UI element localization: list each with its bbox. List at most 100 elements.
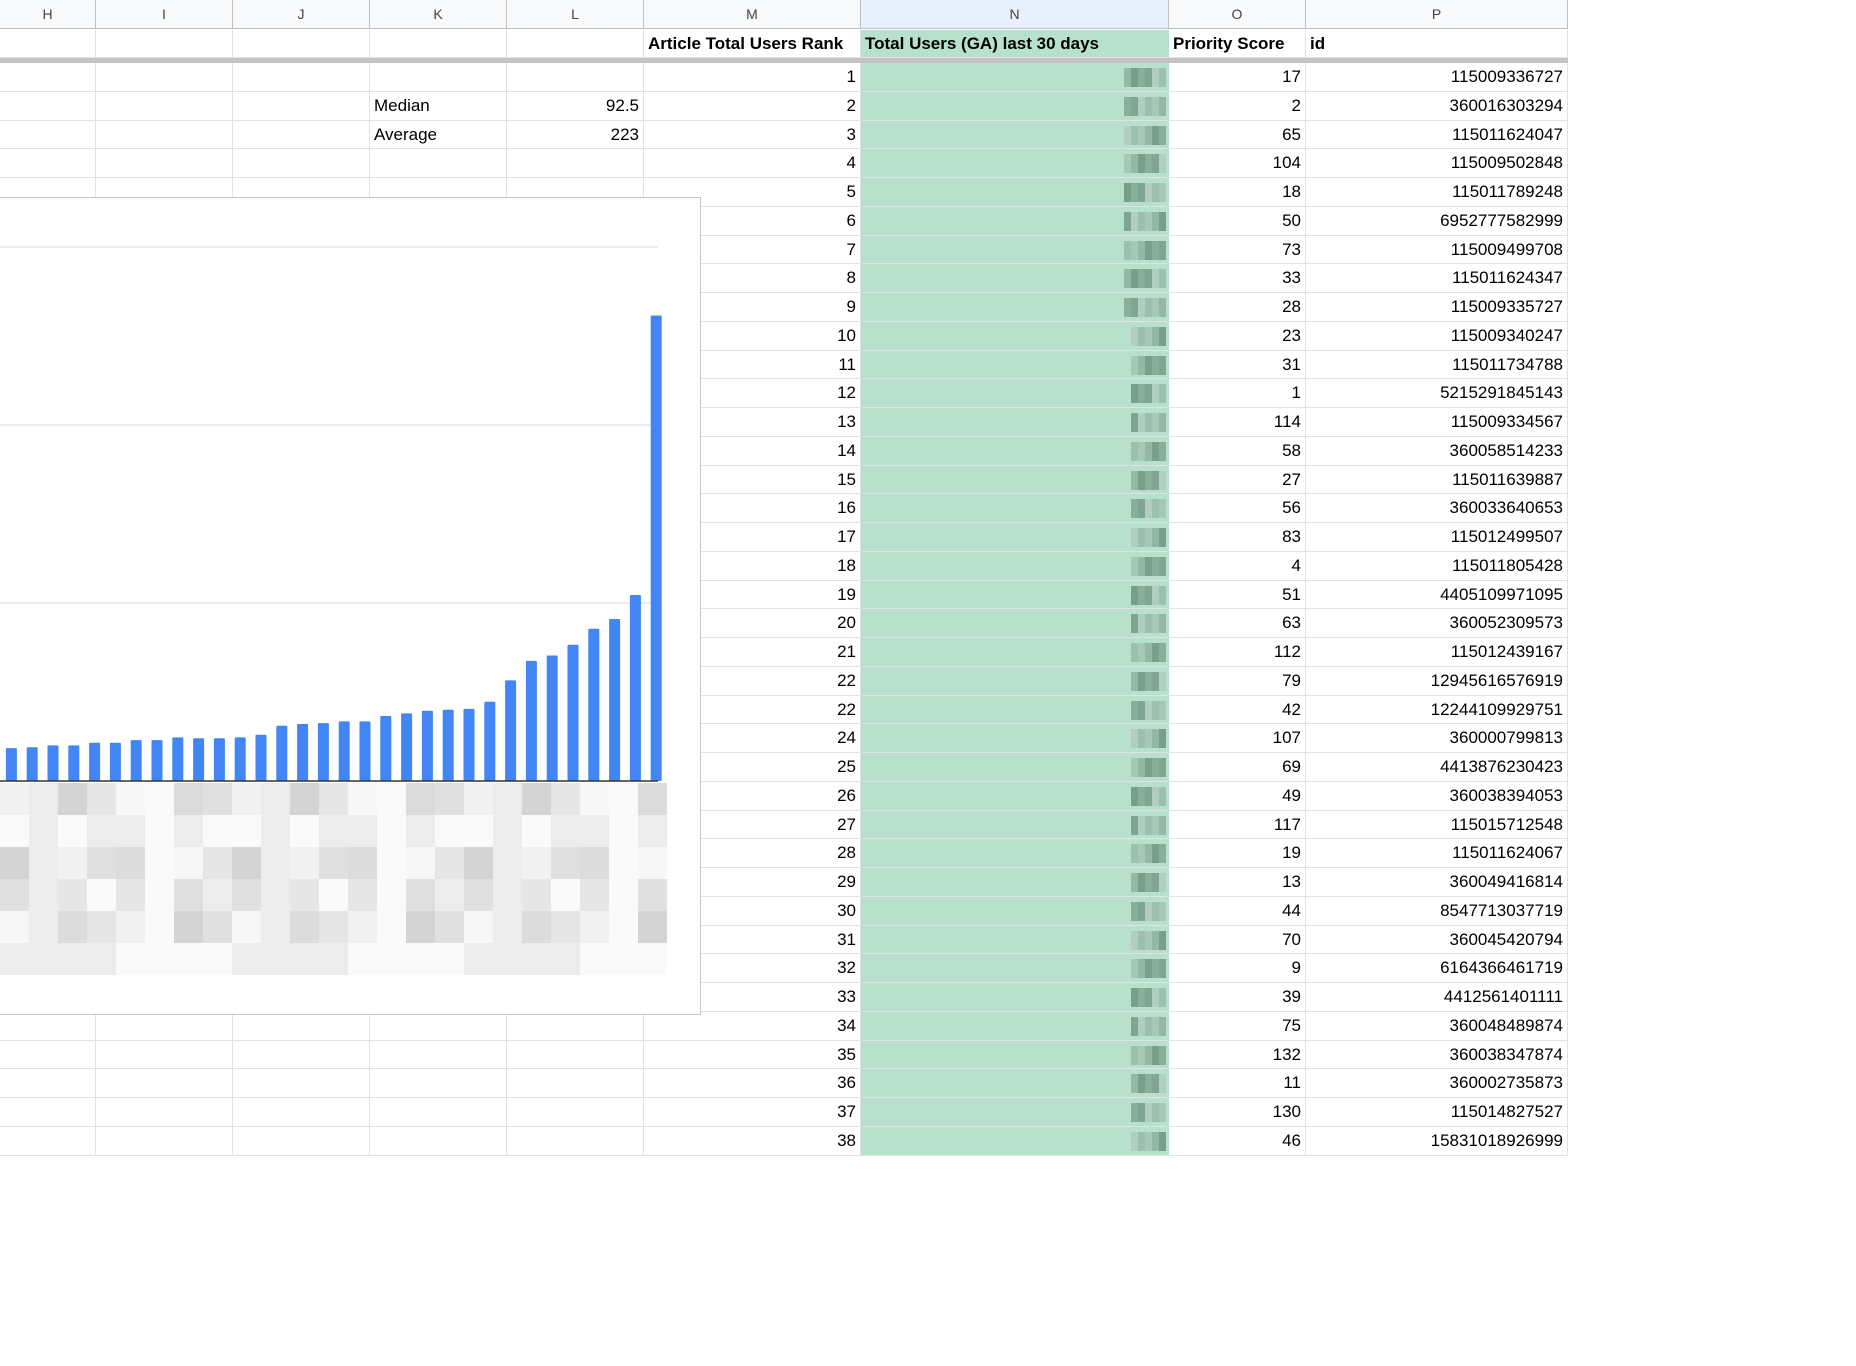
priority-score-cell[interactable]: 70 xyxy=(1169,925,1306,955)
header-cell[interactable] xyxy=(96,30,233,58)
id-cell[interactable]: 115012499507 xyxy=(1306,523,1568,552)
total-users-cell-redacted[interactable] xyxy=(861,436,1169,466)
column-header-p[interactable]: P xyxy=(1306,0,1568,29)
grid-cell[interactable] xyxy=(370,1069,507,1098)
priority-score-cell[interactable]: 58 xyxy=(1169,436,1306,466)
total-users-cell-redacted[interactable] xyxy=(861,379,1169,408)
id-cell[interactable]: 5215291845143 xyxy=(1306,379,1568,408)
bar-6[interactable] xyxy=(109,742,121,781)
total-users-cell-redacted[interactable] xyxy=(861,178,1169,207)
column-header-h[interactable]: H xyxy=(0,0,96,29)
priority-score-cell[interactable]: 83 xyxy=(1169,523,1306,552)
bar-16[interactable] xyxy=(317,723,329,781)
embedded-chart[interactable] xyxy=(0,197,701,1015)
id-cell[interactable]: 4413876230423 xyxy=(1306,753,1568,782)
total-users-cell-redacted[interactable] xyxy=(861,896,1169,926)
header-total-users[interactable]: Total Users (GA) last 30 days xyxy=(861,30,1169,58)
priority-score-cell[interactable]: 114 xyxy=(1169,408,1306,437)
bar-25[interactable] xyxy=(505,680,517,781)
bar-12[interactable] xyxy=(234,737,246,781)
grid-cell[interactable] xyxy=(0,149,96,178)
grid-cell[interactable] xyxy=(233,63,370,92)
total-users-cell-redacted[interactable] xyxy=(861,1011,1169,1041)
priority-score-cell[interactable]: 69 xyxy=(1169,753,1306,782)
bar-18[interactable] xyxy=(359,721,371,781)
total-users-cell-redacted[interactable] xyxy=(861,63,1169,92)
grid-cell[interactable] xyxy=(233,149,370,178)
grid-cell[interactable] xyxy=(96,149,233,178)
bar-14[interactable] xyxy=(276,725,288,781)
priority-score-cell[interactable]: 104 xyxy=(1169,149,1306,178)
total-users-cell-redacted[interactable] xyxy=(861,810,1169,840)
priority-score-cell[interactable]: 117 xyxy=(1169,810,1306,840)
rank-cell[interactable]: 38 xyxy=(644,1126,861,1156)
column-header-j[interactable]: J xyxy=(233,0,370,29)
grid-cell[interactable] xyxy=(370,1011,507,1041)
priority-score-cell[interactable]: 11 xyxy=(1169,1069,1306,1098)
column-header-n[interactable]: N xyxy=(861,0,1169,29)
total-users-cell-redacted[interactable] xyxy=(861,408,1169,437)
total-users-cell-redacted[interactable] xyxy=(861,494,1169,523)
id-cell[interactable]: 115011624047 xyxy=(1306,120,1568,150)
total-users-cell-redacted[interactable] xyxy=(861,753,1169,782)
priority-score-cell[interactable]: 63 xyxy=(1169,609,1306,638)
id-cell[interactable]: 360000799813 xyxy=(1306,724,1568,753)
total-users-cell-redacted[interactable] xyxy=(861,149,1169,178)
bar-30[interactable] xyxy=(609,619,621,781)
grid-cell[interactable] xyxy=(233,1069,370,1098)
total-users-cell-redacted[interactable] xyxy=(861,839,1169,868)
grid-cell[interactable] xyxy=(370,63,507,92)
total-users-cell-redacted[interactable] xyxy=(861,724,1169,753)
total-users-cell-redacted[interactable] xyxy=(861,91,1169,121)
rank-cell[interactable]: 36 xyxy=(644,1069,861,1098)
rank-cell[interactable]: 34 xyxy=(644,1011,861,1041)
priority-score-cell[interactable]: 112 xyxy=(1169,638,1306,667)
id-cell[interactable]: 360038347874 xyxy=(1306,1040,1568,1070)
total-users-cell-redacted[interactable] xyxy=(861,1040,1169,1070)
total-users-cell-redacted[interactable] xyxy=(861,1126,1169,1156)
id-cell[interactable]: 115009334567 xyxy=(1306,408,1568,437)
id-cell[interactable]: 15831018926999 xyxy=(1306,1126,1568,1156)
bar-8[interactable] xyxy=(151,740,163,781)
rank-cell[interactable]: 37 xyxy=(644,1098,861,1127)
total-users-cell-redacted[interactable] xyxy=(861,954,1169,983)
grid-cell[interactable] xyxy=(507,63,644,92)
id-cell[interactable]: 115009336727 xyxy=(1306,63,1568,92)
grid-cell[interactable] xyxy=(0,1040,96,1070)
id-cell[interactable]: 6952777582999 xyxy=(1306,206,1568,236)
total-users-cell-redacted[interactable] xyxy=(861,983,1169,1012)
bar-5[interactable] xyxy=(89,742,101,781)
column-header-l[interactable]: L xyxy=(507,0,644,29)
grid-cell[interactable] xyxy=(96,63,233,92)
priority-score-cell[interactable]: 42 xyxy=(1169,695,1306,725)
bar-31[interactable] xyxy=(629,595,641,781)
priority-score-cell[interactable]: 2 xyxy=(1169,91,1306,121)
bar-3[interactable] xyxy=(47,745,59,781)
priority-score-cell[interactable]: 44 xyxy=(1169,896,1306,926)
priority-score-cell[interactable]: 31 xyxy=(1169,350,1306,380)
grid-cell[interactable] xyxy=(0,1069,96,1098)
average-value[interactable]: 223 xyxy=(507,120,644,150)
id-cell[interactable]: 360058514233 xyxy=(1306,436,1568,466)
id-cell[interactable]: 360016303294 xyxy=(1306,91,1568,121)
bar-26[interactable] xyxy=(525,660,537,781)
grid-cell[interactable] xyxy=(370,1098,507,1127)
header-cell[interactable] xyxy=(507,30,644,58)
id-cell[interactable]: 360038394053 xyxy=(1306,781,1568,811)
total-users-cell-redacted[interactable] xyxy=(861,868,1169,897)
grid-cell[interactable] xyxy=(507,1011,644,1041)
total-users-cell-redacted[interactable] xyxy=(861,235,1169,265)
column-header-i[interactable]: I xyxy=(96,0,233,29)
priority-score-cell[interactable]: 13 xyxy=(1169,868,1306,897)
bar-17[interactable] xyxy=(338,721,350,781)
id-cell[interactable]: 115012439167 xyxy=(1306,638,1568,667)
median-value[interactable]: 92.5 xyxy=(507,91,644,121)
id-cell[interactable]: 115011624347 xyxy=(1306,264,1568,293)
total-users-cell-redacted[interactable] xyxy=(861,321,1169,351)
id-cell[interactable]: 12945616576919 xyxy=(1306,666,1568,696)
priority-score-cell[interactable]: 73 xyxy=(1169,235,1306,265)
priority-score-cell[interactable]: 56 xyxy=(1169,494,1306,523)
priority-score-cell[interactable]: 1 xyxy=(1169,379,1306,408)
bar-7[interactable] xyxy=(130,740,142,781)
total-users-cell-redacted[interactable] xyxy=(861,638,1169,667)
